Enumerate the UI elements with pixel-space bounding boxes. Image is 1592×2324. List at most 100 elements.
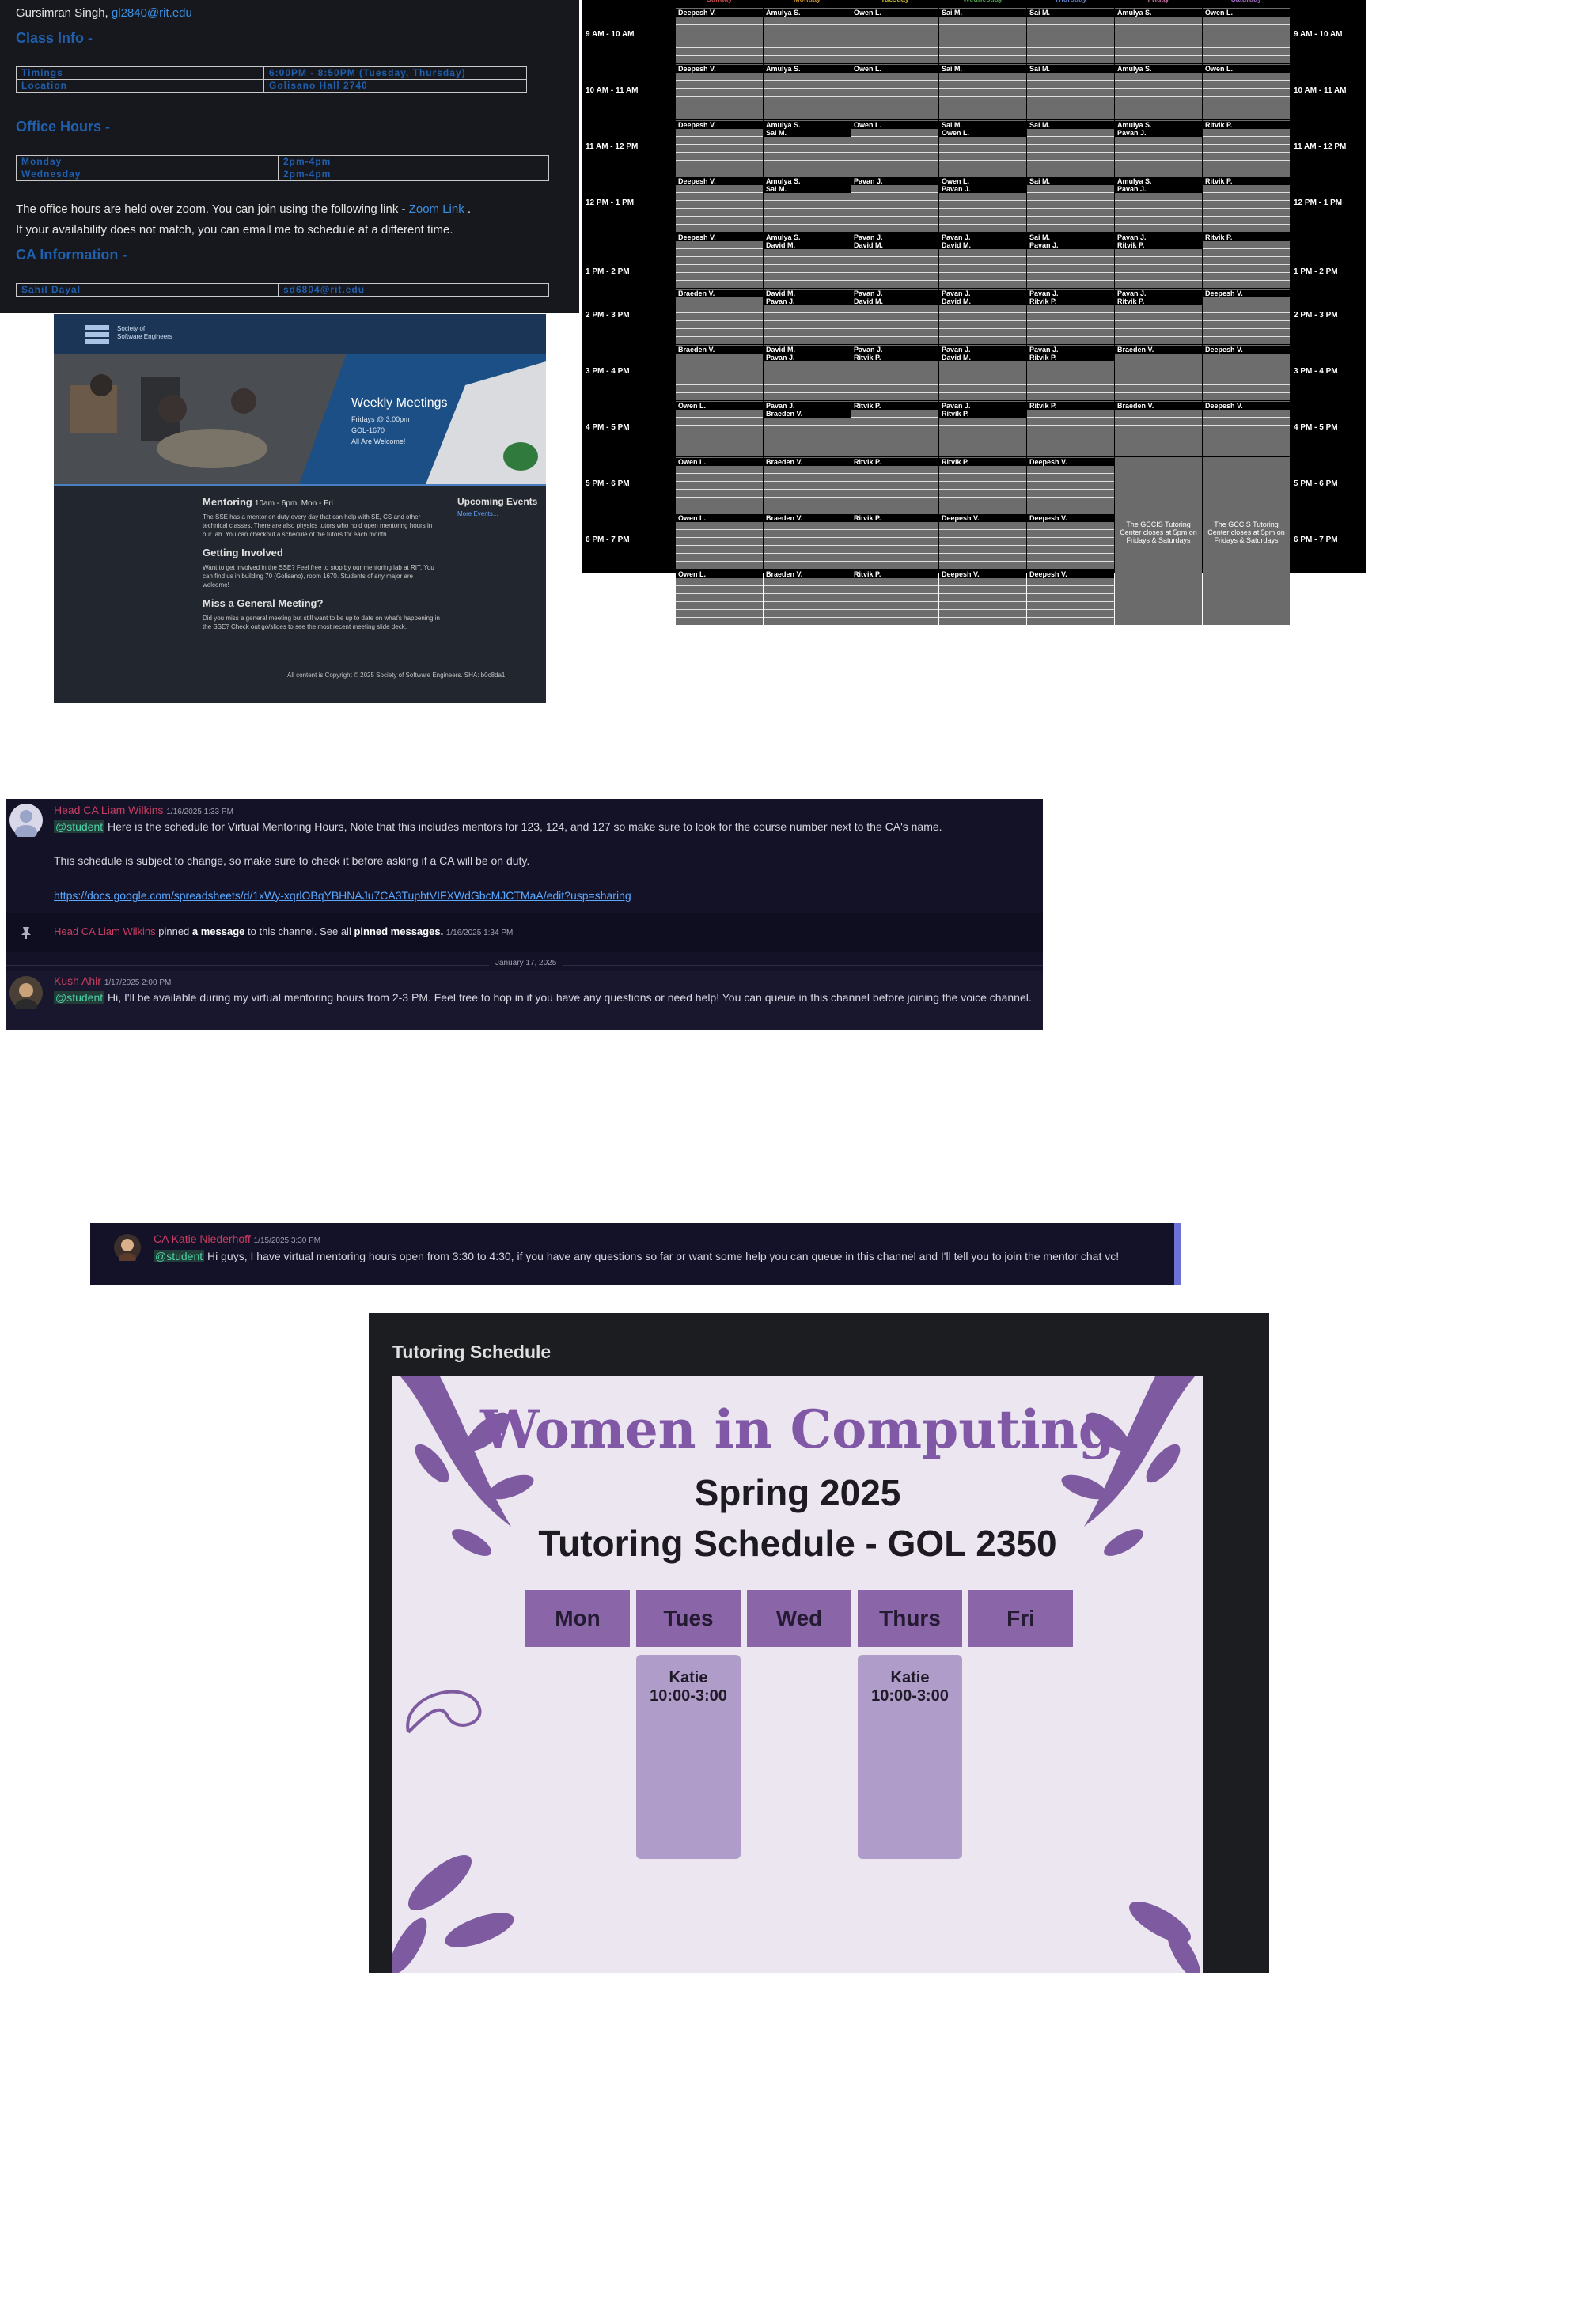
mentor-name: David M. [851, 297, 938, 305]
cell-line [851, 200, 938, 201]
cell-line [764, 47, 851, 48]
schedule-cell: Owen L. Pavan J. [939, 176, 1026, 232]
cell-line [851, 537, 938, 538]
cell-line [676, 192, 763, 193]
cell-line [851, 617, 938, 618]
avatar[interactable] [114, 1234, 141, 1264]
pinned-messages-link[interactable]: pinned messages. [354, 925, 443, 937]
cell-line [939, 96, 1026, 97]
schedule-cell: Braeden V. [676, 289, 763, 344]
class-info-panel: Gursimran Singh, gl2840@rit.edu Class In… [0, 0, 579, 313]
cell-line [676, 47, 763, 48]
schedule-cell: David M. Pavan J. [764, 289, 851, 344]
table-cell: Sahil Dayal [16, 283, 279, 297]
schedule-cell: Braeden V. [1115, 401, 1202, 456]
cell-line [1115, 208, 1202, 209]
cell-line [1027, 489, 1114, 490]
pin-notice: Head CA Liam Wilkins pinned a message to… [6, 913, 1043, 952]
mention-student[interactable]: @student [54, 820, 105, 833]
involved-title: Getting Involved [203, 547, 283, 558]
term-title: Spring 2025 [694, 1472, 901, 1513]
table-row: Sahil Dayal sd6804@rit.edu [16, 283, 549, 297]
zoom-link[interactable]: Zoom Link [409, 202, 464, 216]
spacer [90, 1223, 97, 1285]
cell-line [764, 312, 851, 313]
cell-line [939, 473, 1026, 474]
cell-line [764, 593, 851, 594]
message-author[interactable]: Kush Ahir [54, 975, 101, 987]
mentor-name: Braeden V. [1115, 346, 1202, 354]
cell-line [676, 392, 763, 393]
cell-line [676, 208, 763, 209]
cell-line [764, 553, 851, 554]
avatar[interactable] [9, 804, 43, 839]
cell-line [764, 328, 851, 329]
cell-line [1027, 425, 1114, 426]
cell-line [939, 497, 1026, 498]
cell-line [939, 88, 1026, 89]
message-text: Here is the schedule for Virtual Mentori… [108, 820, 942, 833]
cell-line [676, 553, 763, 554]
mention-student[interactable]: @student [154, 1250, 205, 1262]
cell-line [1027, 144, 1114, 145]
more-events-link[interactable]: More Events... [457, 510, 498, 517]
cell-line [1027, 617, 1114, 618]
cell-line [1203, 144, 1290, 145]
cell-line [764, 88, 851, 89]
schedule-cell: Amulya S. Pavan J. [1115, 120, 1202, 176]
weekly-line-2: GOL-1670 [351, 426, 385, 434]
cell-line [1027, 264, 1114, 265]
mentor-name: Sai M. [939, 9, 1026, 17]
cell-line [939, 601, 1026, 602]
pin-author[interactable]: Head CA Liam Wilkins [54, 925, 156, 937]
pinned-message-link[interactable]: a message [192, 925, 245, 937]
spreadsheet-link[interactable]: https://docs.google.com/spreadsheets/d/1… [54, 889, 631, 902]
schedule-cell: Ritvik P. [1203, 176, 1290, 232]
instructor-email-link[interactable]: gl2840@rit.edu [112, 6, 192, 20]
cell-line [939, 280, 1026, 281]
cell-line [939, 585, 1026, 586]
message-body: @student Hi guys, I have virtual mentori… [154, 1248, 1166, 1264]
cell-line [851, 545, 938, 546]
schedule-cell: Deepesh V. [1203, 289, 1290, 344]
schedule-cell: Sai M. [939, 64, 1026, 119]
mentor-name: Ritvik P. [1027, 354, 1114, 361]
mentor-name: Deepesh V. [676, 121, 763, 129]
sse-logo-icon [85, 325, 109, 344]
cell-line [1027, 553, 1114, 554]
cell-line [1203, 425, 1290, 426]
mentor-name: David M. [764, 290, 851, 297]
schedule-cell: Sai M. Owen L. [939, 120, 1026, 176]
schedule-cell: Amulya S. [764, 64, 851, 119]
mentor-name: Deepesh V. [1203, 346, 1290, 354]
cell-line [851, 96, 938, 97]
avatar[interactable] [9, 976, 43, 1013]
mentor-name: Sai M. [1027, 9, 1114, 17]
sse-header: Society of Software Engineers [54, 314, 546, 354]
table-cell: 2pm-4pm [278, 168, 549, 181]
mention-student[interactable]: @student [54, 991, 105, 1004]
cell-line [676, 417, 763, 418]
cell-line [1115, 80, 1202, 81]
cell-line [676, 256, 763, 257]
cell-line [676, 384, 763, 385]
message-timestamp: 1/17/2025 2:00 PM [104, 978, 172, 987]
cell-line [676, 489, 763, 490]
schedule-cell: Braeden V. [676, 345, 763, 400]
pin-timestamp: 1/16/2025 1:34 PM [445, 929, 514, 937]
mentor-name: Owen L. [676, 514, 763, 522]
mentor-name: Sai M. [939, 65, 1026, 73]
message-author[interactable]: CA Katie Niederhoff [154, 1232, 251, 1245]
cell-line [1027, 320, 1114, 321]
cell-line [676, 280, 763, 281]
wic-flyer: Women in Computing Spring 2025 Tutoring … [392, 1376, 1203, 1973]
message-author[interactable]: Head CA Liam Wilkins [54, 804, 164, 816]
cell-line [1203, 384, 1290, 385]
cell-line [1027, 208, 1114, 209]
cell-line [851, 208, 938, 209]
cell-line [676, 312, 763, 313]
mentor-name: Pavan J. [939, 185, 1026, 193]
cell-line [851, 593, 938, 594]
cell-line [851, 55, 938, 56]
cell-line [851, 280, 938, 281]
